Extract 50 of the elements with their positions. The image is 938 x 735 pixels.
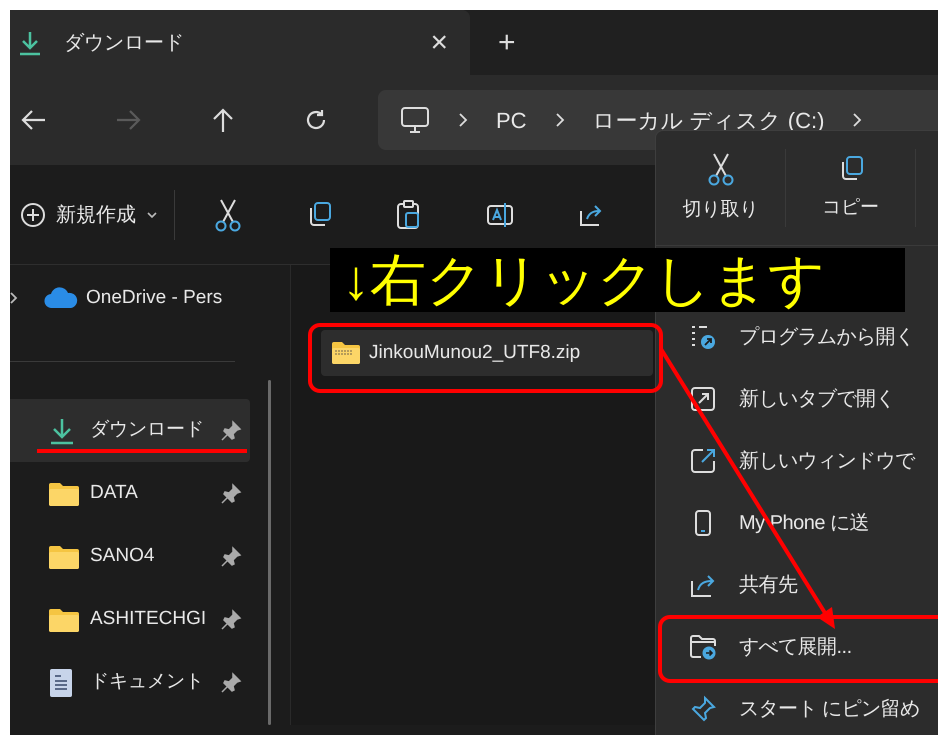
new-tab-button[interactable]: + bbox=[498, 28, 516, 58]
cloud-icon bbox=[44, 287, 78, 309]
sidebar-item[interactable]: ダウンロード bbox=[10, 399, 250, 462]
sidebar-item[interactable]: ASHITECHGI bbox=[10, 588, 250, 651]
cut-icon[interactable] bbox=[213, 198, 243, 232]
sidebar-item[interactable]: SANO4 bbox=[10, 525, 250, 588]
cut-button[interactable]: 切り取り bbox=[656, 149, 786, 227]
pin-icon[interactable] bbox=[220, 608, 242, 630]
back-arrow-icon[interactable] bbox=[20, 109, 46, 131]
menu-item[interactable]: スタート にピン留め bbox=[656, 687, 938, 731]
tab-title[interactable]: ダウンロード bbox=[64, 28, 184, 58]
sidebar-item[interactable]: ドキュメント bbox=[10, 651, 250, 714]
zip-folder-icon bbox=[331, 341, 361, 365]
folder-icon bbox=[48, 606, 80, 632]
download-icon bbox=[18, 30, 42, 56]
menu-item[interactable]: 共有先 bbox=[656, 563, 938, 607]
file-item[interactable]: JinkouMunou2_UTF8.zip bbox=[321, 330, 653, 376]
new-window-icon bbox=[689, 447, 717, 475]
chevron-down-icon bbox=[146, 210, 158, 218]
copy-button[interactable]: コピー bbox=[786, 149, 916, 227]
plus-circle-icon bbox=[20, 202, 46, 228]
chevron-right-icon bbox=[554, 112, 565, 128]
annotation-caption: ↓右クリックします bbox=[330, 248, 905, 312]
pin-icon[interactable] bbox=[220, 672, 242, 694]
pin-icon[interactable] bbox=[220, 546, 242, 568]
new-button[interactable]: 新規作成 bbox=[16, 194, 162, 236]
pin-icon[interactable] bbox=[220, 482, 242, 504]
folder-icon bbox=[48, 480, 80, 506]
folder-icon bbox=[48, 544, 80, 570]
chevron-right-icon[interactable] bbox=[10, 291, 18, 305]
new-tab-icon bbox=[689, 385, 717, 413]
sidebar-item[interactable]: OneDrive - Pers bbox=[86, 284, 222, 312]
menu-item[interactable]: 新しいタブで開く bbox=[656, 377, 938, 421]
chevron-right-icon bbox=[458, 112, 468, 128]
cut-icon bbox=[706, 152, 736, 186]
breadcrumb[interactable]: PC bbox=[496, 104, 527, 136]
refresh-icon[interactable] bbox=[304, 108, 328, 132]
sidebar-item[interactable]: DATA bbox=[10, 462, 250, 525]
pin-icon[interactable] bbox=[220, 420, 242, 442]
pin-icon bbox=[689, 695, 717, 723]
close-tab-button[interactable]: × bbox=[430, 28, 448, 58]
menu-item[interactable]: すべて展開... bbox=[656, 625, 938, 669]
menu-item[interactable]: 新しいウィンドウで bbox=[656, 439, 938, 483]
menu-item[interactable]: My Phone に送 bbox=[656, 501, 938, 545]
open-with-icon bbox=[689, 323, 717, 351]
extract-icon bbox=[689, 633, 717, 661]
up-arrow-icon[interactable] bbox=[212, 107, 234, 133]
menu-item[interactable]: プログラムから開く bbox=[656, 315, 938, 359]
monitor-icon bbox=[400, 106, 430, 134]
chevron-right-icon bbox=[852, 112, 862, 128]
